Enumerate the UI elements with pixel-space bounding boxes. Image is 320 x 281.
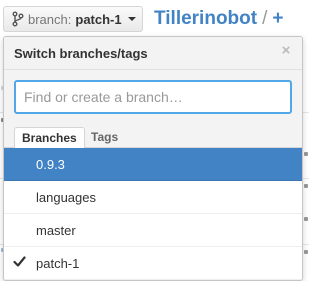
background-fragment bbox=[304, 217, 308, 221]
branch-item-master[interactable]: master bbox=[4, 214, 302, 247]
branch-item-patch-1[interactable]: patch-1 bbox=[4, 247, 302, 280]
dropdown-header: Switch branches/tags × bbox=[4, 37, 302, 70]
branch-item-label: languages bbox=[36, 190, 96, 205]
new-file-link[interactable]: + bbox=[272, 8, 283, 30]
page: branch: patch-1 Tillerinobot / + Switch … bbox=[0, 0, 309, 281]
dropdown-filter-area bbox=[4, 70, 302, 122]
repo-breadcrumb: Tillerinobot / + bbox=[154, 6, 283, 32]
branch-item-label: patch-1 bbox=[36, 256, 80, 271]
branch-item-label: master bbox=[36, 223, 76, 238]
branch-filter-input[interactable] bbox=[14, 80, 292, 114]
close-icon[interactable]: × bbox=[280, 43, 292, 58]
branch-item-languages[interactable]: languages bbox=[4, 181, 302, 214]
branch-select-button[interactable]: branch: patch-1 bbox=[3, 6, 143, 32]
check-icon bbox=[13, 256, 26, 267]
dropdown-title: Switch branches/tags bbox=[14, 46, 148, 61]
tab-branches[interactable]: Branches bbox=[14, 127, 85, 149]
branch-switcher-dropdown: Switch branches/tags × Branches Tags 0.9… bbox=[3, 36, 303, 281]
background-fragment bbox=[304, 250, 308, 254]
dropdown-tabs: Branches Tags bbox=[4, 122, 302, 149]
chevron-down-icon bbox=[127, 17, 136, 21]
repo-name-link[interactable]: Tillerinobot bbox=[154, 8, 257, 30]
branch-item-label: 0.9.3 bbox=[36, 157, 65, 172]
git-branch-icon bbox=[12, 11, 24, 27]
branch-prefix-label: branch: bbox=[28, 11, 72, 27]
background-fragment bbox=[304, 152, 308, 156]
background-fragment bbox=[304, 184, 308, 188]
current-branch-name: patch-1 bbox=[75, 11, 122, 27]
branch-item-0-9-3[interactable]: 0.9.3 bbox=[4, 148, 302, 181]
breadcrumb-separator: / bbox=[262, 8, 268, 29]
tab-tags[interactable]: Tags bbox=[84, 127, 125, 149]
